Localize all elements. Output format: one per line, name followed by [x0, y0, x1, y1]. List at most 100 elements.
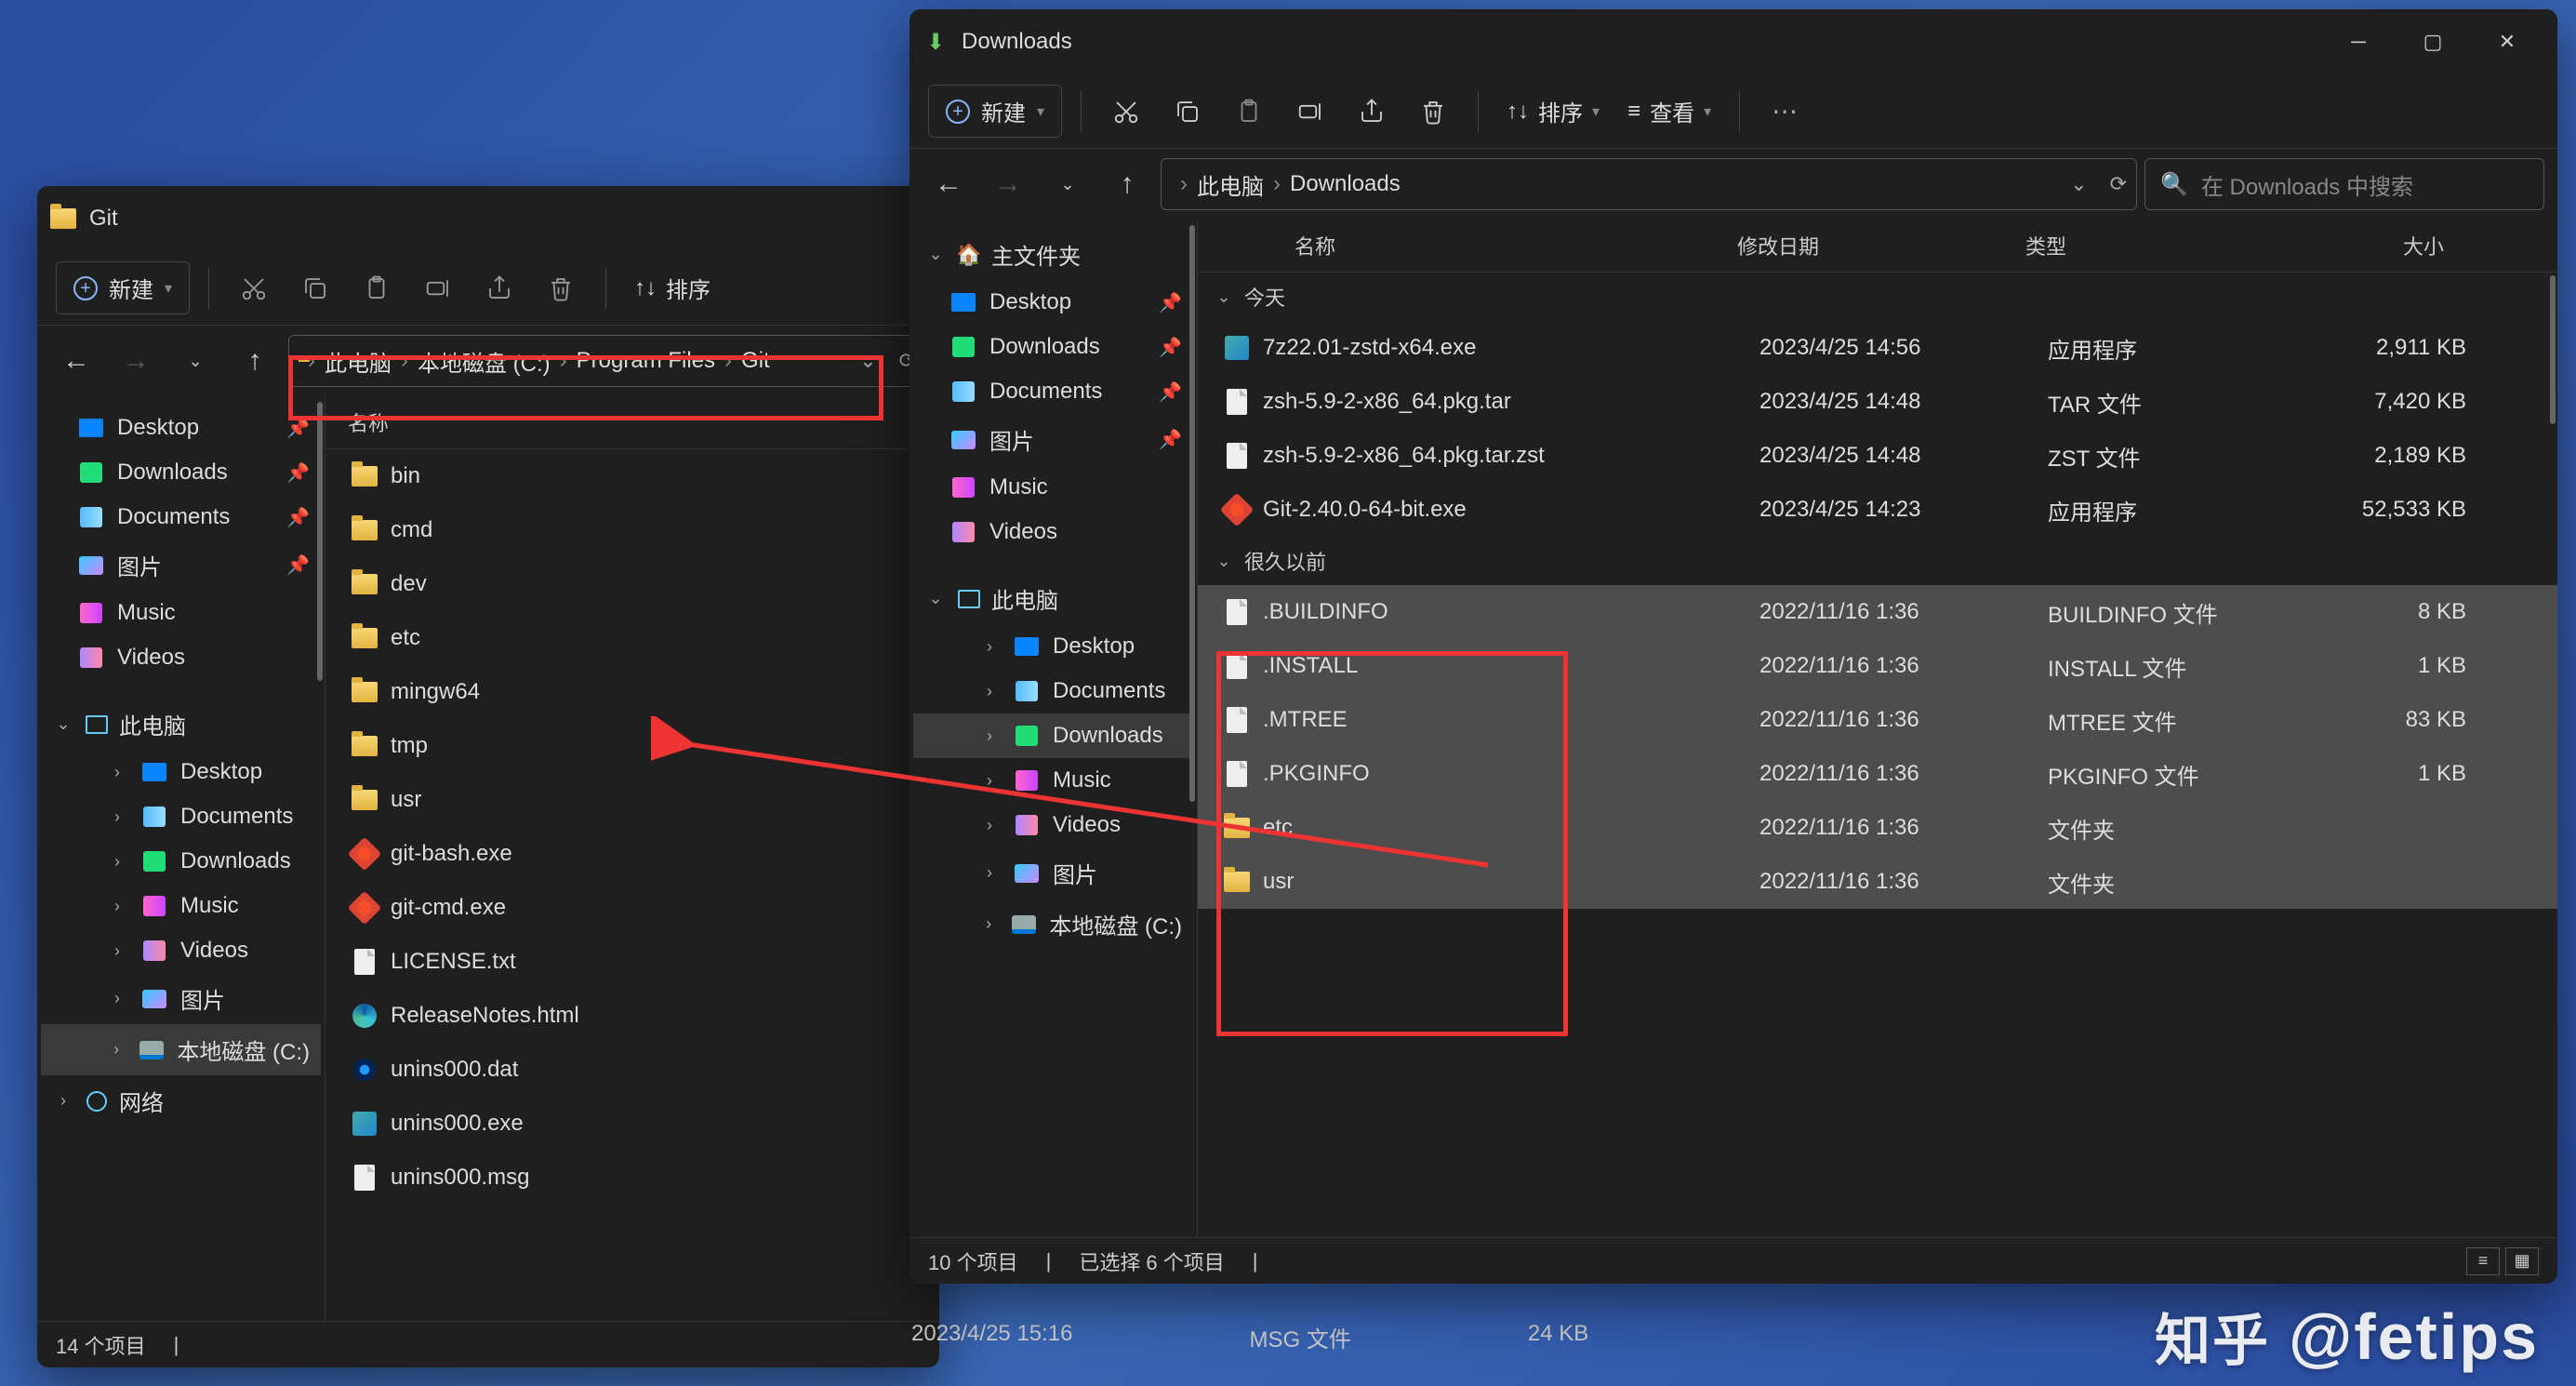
file-row[interactable]: zsh-5.9-2-x86_64.pkg.tar2023/4/25 14:48T…: [1198, 375, 2557, 429]
sidebar-item[interactable]: Music: [41, 591, 321, 635]
file-row[interactable]: unins000.msg: [325, 1151, 939, 1205]
sidebar-item[interactable]: Downloads📌: [41, 450, 321, 495]
sidebar-item[interactable]: ›Videos: [41, 928, 321, 973]
minimize-button[interactable]: ─: [2321, 16, 2396, 68]
search-input[interactable]: 🔍 在 Downloads 中搜索: [2144, 158, 2544, 210]
sidebar-item[interactable]: ›Downloads: [41, 839, 321, 884]
view-button[interactable]: ≡ 查看 ▾: [1618, 95, 1720, 127]
sidebar-item[interactable]: ›Music: [41, 884, 321, 928]
file-row[interactable]: bin: [325, 449, 939, 503]
sidebar-item[interactable]: ›Desktop: [41, 750, 321, 794]
file-row[interactable]: etc: [325, 611, 939, 665]
forward-button[interactable]: →: [982, 158, 1034, 210]
sort-button[interactable]: ↑↓ 排序: [625, 272, 720, 304]
sidebar-item[interactable]: ›图片: [41, 973, 321, 1024]
file-row[interactable]: .PKGINFO2022/11/16 1:36PKGINFO 文件1 KB: [1198, 747, 2557, 801]
maximize-button[interactable]: ▢: [2396, 16, 2470, 68]
sort-button[interactable]: ↑↓ 排序 ▾: [1497, 95, 1609, 127]
file-row[interactable]: usr: [325, 773, 939, 827]
explorer-window-git[interactable]: Git + 新建 ▾ ↑↓ 排序 ← → ⌄ ↑ › 此电脑›本地磁盘 (C:)…: [37, 186, 939, 1367]
share-icon[interactable]: [473, 262, 525, 314]
rename-icon[interactable]: [412, 262, 464, 314]
column-headers[interactable]: 名称: [325, 396, 939, 449]
sidebar-item[interactable]: ›Desktop: [913, 624, 1193, 669]
breadcrumb-segment[interactable]: 本地磁盘 (C:): [418, 345, 551, 378]
sidebar-item[interactable]: ›Videos: [913, 803, 1193, 847]
sidebar-item[interactable]: ›Documents: [41, 794, 321, 839]
file-row[interactable]: unins000.dat: [325, 1043, 939, 1097]
chevron-down-icon[interactable]: ⌄: [859, 349, 876, 373]
recent-button[interactable]: ⌄: [1042, 158, 1094, 210]
breadcrumb-segment[interactable]: Downloads: [1290, 171, 1401, 197]
back-button[interactable]: ←: [50, 335, 102, 387]
col-type[interactable]: 类型: [2025, 231, 2314, 260]
file-row[interactable]: ReleaseNotes.html: [325, 989, 939, 1043]
details-view-button[interactable]: ≡: [2466, 1247, 2500, 1275]
col-name[interactable]: 名称: [325, 407, 874, 437]
col-name[interactable]: 名称: [1272, 231, 1737, 260]
sidebar-item[interactable]: ›图片: [913, 847, 1193, 899]
file-row[interactable]: LICENSE.txt: [325, 935, 939, 989]
cut-icon[interactable]: [228, 262, 280, 314]
sidebar-item[interactable]: Videos: [41, 635, 321, 680]
sidebar-item[interactable]: ›Music: [913, 758, 1193, 803]
file-row[interactable]: .MTREE2022/11/16 1:36MTREE 文件83 KB: [1198, 693, 2557, 747]
file-row[interactable]: .BUILDINFO2022/11/16 1:36BUILDINFO 文件8 K…: [1198, 585, 2557, 639]
file-row[interactable]: zsh-5.9-2-x86_64.pkg.tar.zst2023/4/25 14…: [1198, 429, 2557, 483]
sidebar-item[interactable]: Documents📌: [913, 369, 1193, 414]
up-button[interactable]: ↑: [229, 335, 281, 387]
breadcrumb-segment[interactable]: 此电脑: [1197, 168, 1264, 201]
sidebar-item[interactable]: ›Downloads: [913, 713, 1193, 758]
sidebar-item[interactable]: Downloads📌: [913, 325, 1193, 369]
sidebar[interactable]: ⌄🏠主文件夹Desktop📌Downloads📌Documents📌图片📌Mus…: [910, 220, 1198, 1237]
sidebar-section-home[interactable]: ⌄🏠主文件夹: [913, 229, 1193, 280]
sidebar-section-pc[interactable]: ⌄此电脑: [913, 573, 1193, 624]
file-row[interactable]: Git-2.40.0-64-bit.exe2023/4/25 14:23应用程序…: [1198, 483, 2557, 537]
sidebar-item[interactable]: ›本地磁盘 (C:): [41, 1024, 321, 1075]
file-row[interactable]: 7z22.01-zstd-x64.exe2023/4/25 14:56应用程序2…: [1198, 321, 2557, 375]
sidebar-section-network[interactable]: ›网络: [41, 1075, 321, 1126]
sidebar-item[interactable]: ›本地磁盘 (C:): [913, 899, 1193, 950]
explorer-window-downloads[interactable]: ⬇ Downloads ─ ▢ ✕ + 新建 ▾ ↑↓ 排序 ▾ ≡ 查看 ▾: [910, 9, 2557, 1284]
sidebar-item[interactable]: 图片📌: [913, 414, 1193, 465]
file-row[interactable]: usr2022/11/16 1:36文件夹: [1198, 855, 2557, 909]
sidebar-item[interactable]: ›Documents: [913, 669, 1193, 713]
sidebar-item[interactable]: Music: [913, 465, 1193, 510]
breadcrumb[interactable]: › 此电脑›本地磁盘 (C:)›Program Files›Git⌄⟳: [288, 335, 926, 387]
tiles-view-button[interactable]: ▦: [2505, 1247, 2539, 1275]
delete-icon[interactable]: [1407, 86, 1459, 138]
group-header[interactable]: ⌄很久以前: [1198, 537, 2557, 585]
file-list[interactable]: bincmddevetcmingw64tmpusrgit-bash.exegit…: [325, 449, 939, 1321]
file-row[interactable]: git-bash.exe: [325, 827, 939, 881]
share-icon[interactable]: [1346, 86, 1398, 138]
copy-icon[interactable]: [289, 262, 341, 314]
refresh-icon[interactable]: ⟳: [2110, 172, 2127, 196]
sidebar-item[interactable]: Desktop📌: [913, 280, 1193, 325]
chevron-down-icon[interactable]: ⌄: [2070, 172, 2087, 196]
cut-icon[interactable]: [1100, 86, 1152, 138]
file-row[interactable]: .INSTALL2022/11/16 1:36INSTALL 文件1 KB: [1198, 639, 2557, 693]
close-button[interactable]: ✕: [2470, 16, 2544, 68]
breadcrumb-segment[interactable]: Git: [741, 348, 770, 374]
rename-icon[interactable]: [1284, 86, 1336, 138]
back-button[interactable]: ←: [923, 158, 975, 210]
file-row[interactable]: etc2022/11/16 1:36文件夹: [1198, 801, 2557, 855]
breadcrumb-segment[interactable]: 此电脑: [325, 345, 392, 378]
forward-button[interactable]: →: [110, 335, 162, 387]
col-date[interactable]: 修改日期: [1737, 231, 2025, 260]
paste-icon[interactable]: [351, 262, 403, 314]
sidebar-item[interactable]: Desktop📌: [41, 406, 321, 450]
col-size[interactable]: 大小: [2314, 231, 2472, 260]
up-button[interactable]: ↑: [1101, 158, 1153, 210]
new-button[interactable]: + 新建 ▾: [928, 85, 1062, 138]
paste-icon[interactable]: [1223, 86, 1275, 138]
file-row[interactable]: git-cmd.exe: [325, 881, 939, 935]
column-headers[interactable]: 名称 修改日期 类型 大小: [1198, 220, 2557, 273]
sidebar-item[interactable]: Videos: [913, 510, 1193, 554]
breadcrumb-segment[interactable]: Program Files: [577, 348, 715, 374]
titlebar[interactable]: Git: [37, 186, 939, 251]
new-button[interactable]: + 新建 ▾: [56, 261, 190, 314]
sidebar-section-pc[interactable]: ⌄此电脑: [41, 699, 321, 750]
more-button[interactable]: ⋯: [1759, 86, 1811, 138]
file-row[interactable]: mingw64: [325, 665, 939, 719]
